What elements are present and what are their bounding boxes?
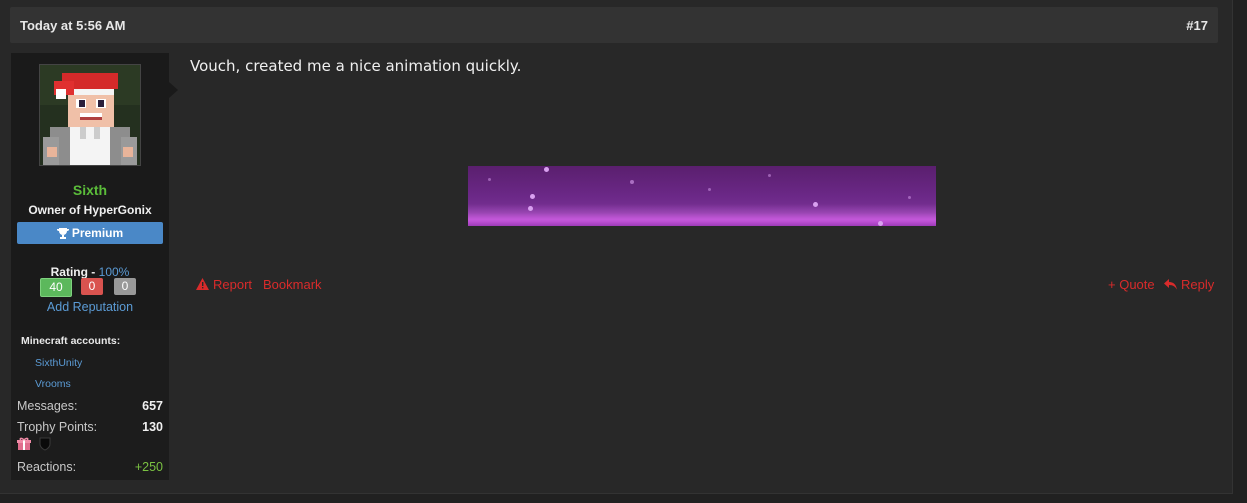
user-trophies bbox=[17, 437, 55, 453]
reply-arrow-icon bbox=[1164, 278, 1177, 293]
messages-value[interactable]: 657 bbox=[142, 399, 163, 413]
animation-banner-image[interactable] bbox=[468, 166, 936, 226]
rep-neutral[interactable]: 0 bbox=[114, 278, 136, 295]
trophy-points-label: Trophy Points: bbox=[17, 420, 98, 434]
shield-icon[interactable] bbox=[39, 437, 51, 456]
rating-value: 100% bbox=[98, 265, 130, 279]
messages-label: Messages: bbox=[17, 399, 78, 413]
user-title: Owner of HyperGonix bbox=[28, 203, 152, 217]
post-message: Vouch, created me a nice animation quick… bbox=[190, 57, 522, 75]
reply-label: Reply bbox=[1181, 277, 1215, 292]
report-label: Report bbox=[213, 277, 253, 292]
rating-line: Rating - 100% bbox=[11, 265, 169, 279]
rep-negative[interactable]: 0 bbox=[81, 278, 103, 295]
add-reputation-link[interactable]: Add Reputation bbox=[11, 300, 169, 314]
reply-button[interactable]: Reply bbox=[1164, 277, 1214, 293]
minecraft-account-link[interactable]: SixthUnity bbox=[35, 357, 82, 369]
user-panel-top: Sixth Owner of HyperGonix Premium Rating… bbox=[11, 53, 169, 330]
banner-glow bbox=[468, 204, 936, 226]
post-permalink-number[interactable]: #17 bbox=[1186, 18, 1208, 33]
warning-icon bbox=[196, 278, 209, 293]
user-panel: Sixth Owner of HyperGonix Premium Rating… bbox=[11, 53, 169, 480]
report-button[interactable]: Report bbox=[196, 277, 252, 293]
post-container: Today at 5:56 AM #17 Sixth Owner of Hype… bbox=[0, 0, 1233, 494]
username[interactable]: Sixth bbox=[11, 182, 169, 198]
avatar[interactable] bbox=[39, 64, 141, 166]
user-panel-arrow bbox=[169, 82, 178, 98]
post-date[interactable]: Today at 5:56 AM bbox=[20, 18, 125, 33]
minecraft-accounts-label: Minecraft accounts: bbox=[21, 335, 121, 347]
minecraft-account-link[interactable]: Vrooms bbox=[35, 378, 71, 390]
trophy-points-value[interactable]: 130 bbox=[142, 420, 163, 434]
post-header: Today at 5:56 AM #17 bbox=[10, 7, 1218, 43]
quote-button[interactable]: + Quote bbox=[1108, 277, 1155, 292]
gift-icon[interactable] bbox=[17, 437, 31, 456]
trophy-icon bbox=[56, 224, 69, 246]
premium-badge-label: Premium bbox=[71, 226, 124, 240]
reactions-label: Reactions: bbox=[17, 460, 77, 474]
rep-positive[interactable]: 40 bbox=[40, 278, 72, 297]
rating-label: Rating - bbox=[50, 265, 99, 279]
reactions-value[interactable]: +250 bbox=[135, 460, 163, 474]
bookmark-button[interactable]: Bookmark bbox=[263, 277, 322, 292]
premium-badge: Premium bbox=[17, 222, 163, 244]
